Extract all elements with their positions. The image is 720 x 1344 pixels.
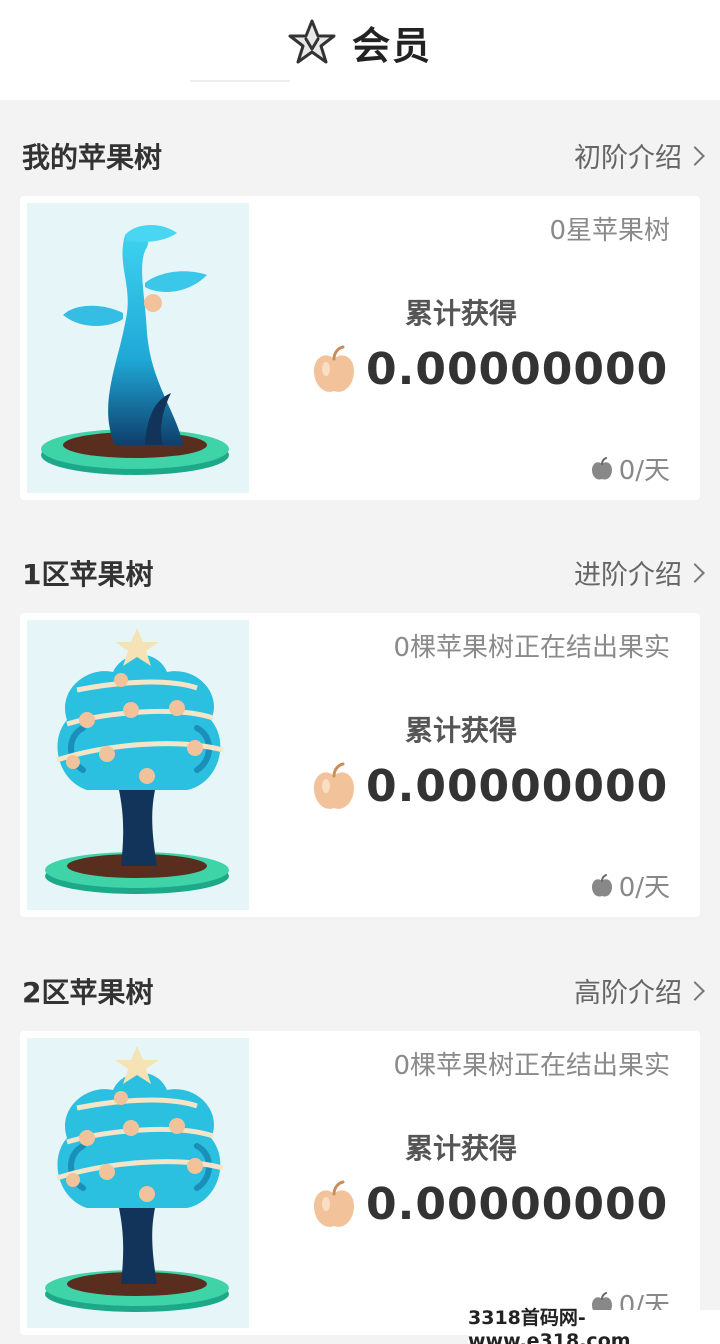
apple-icon [314, 762, 354, 809]
accumulated-label: 累计获得 [405, 1132, 518, 1165]
section-title: 我的苹果树 [22, 141, 163, 174]
accumulated-amount-row: 0.00000000 [312, 344, 668, 395]
section-title: 2区苹果树 [22, 976, 154, 1009]
tree-image-sapling [27, 203, 249, 493]
tree-card-my[interactable]: 0星苹果树 累计获得 0.00000000 0/天 [20, 196, 700, 500]
header-divider [190, 80, 290, 82]
apple-icon [314, 1180, 354, 1227]
chevron-right-icon [685, 562, 705, 583]
intro-link-beginner[interactable]: 初阶介绍 [574, 136, 705, 175]
header-title-group: 会员 [0, 14, 720, 70]
apple-gray-icon [591, 456, 612, 480]
star-v-icon [288, 19, 336, 64]
chevron-right-icon [685, 145, 705, 166]
fruiting-trees-count: 0棵苹果树正在结出果实 [393, 1051, 670, 1081]
apple-icon [314, 345, 354, 392]
section-title: 1区苹果树 [22, 558, 154, 591]
section-my-tree-header: 我的苹果树 初阶介绍 [0, 128, 720, 188]
chevron-right-icon [685, 980, 705, 1001]
daily-rate-value: 0/天 [618, 456, 670, 486]
daily-rate-value: 0/天 [618, 873, 670, 903]
tree-star-level: 0星苹果树 [549, 216, 670, 246]
accumulated-label: 累计获得 [405, 297, 518, 330]
intro-link-label[interactable]: 高阶介绍 [574, 971, 682, 1010]
accumulated-amount: 0.00000000 [366, 1179, 669, 1230]
apple-gray-icon [591, 873, 612, 897]
daily-rate: 0/天 [591, 450, 670, 487]
intro-link-advanced[interactable]: 进阶介绍 [574, 553, 705, 592]
daily-rate: 0/天 [591, 867, 670, 904]
accumulated-amount-row: 0.00000000 [312, 761, 668, 812]
watermark: 3318首码网-www.e318.com [468, 1307, 720, 1344]
app-header: 会员 [0, 0, 720, 100]
fruiting-trees-count: 0棵苹果树正在结出果实 [393, 633, 670, 663]
accumulated-amount: 0.00000000 [366, 344, 669, 395]
accumulated-label: 累计获得 [405, 714, 518, 747]
page-title: 会员 [351, 23, 432, 68]
intro-link-expert[interactable]: 高阶介绍 [574, 971, 705, 1010]
accumulated-amount-row: 0.00000000 [312, 1179, 668, 1230]
tree-card-zone2[interactable]: 0棵苹果树正在结出果实 累计获得 0.00000000 0/天 [20, 1031, 700, 1335]
accumulated-amount: 0.00000000 [366, 761, 669, 812]
tree-card-zone1[interactable]: 0棵苹果树正在结出果实 累计获得 0.00000000 0/天 [20, 613, 700, 917]
intro-link-label[interactable]: 初阶介绍 [574, 136, 682, 175]
section-zone2-header: 2区苹果树 高阶介绍 [0, 963, 720, 1023]
tree-image-full [27, 1038, 249, 1328]
tree-image-full [27, 620, 249, 910]
section-zone1-header: 1区苹果树 进阶介绍 [0, 545, 720, 605]
intro-link-label[interactable]: 进阶介绍 [574, 553, 682, 592]
